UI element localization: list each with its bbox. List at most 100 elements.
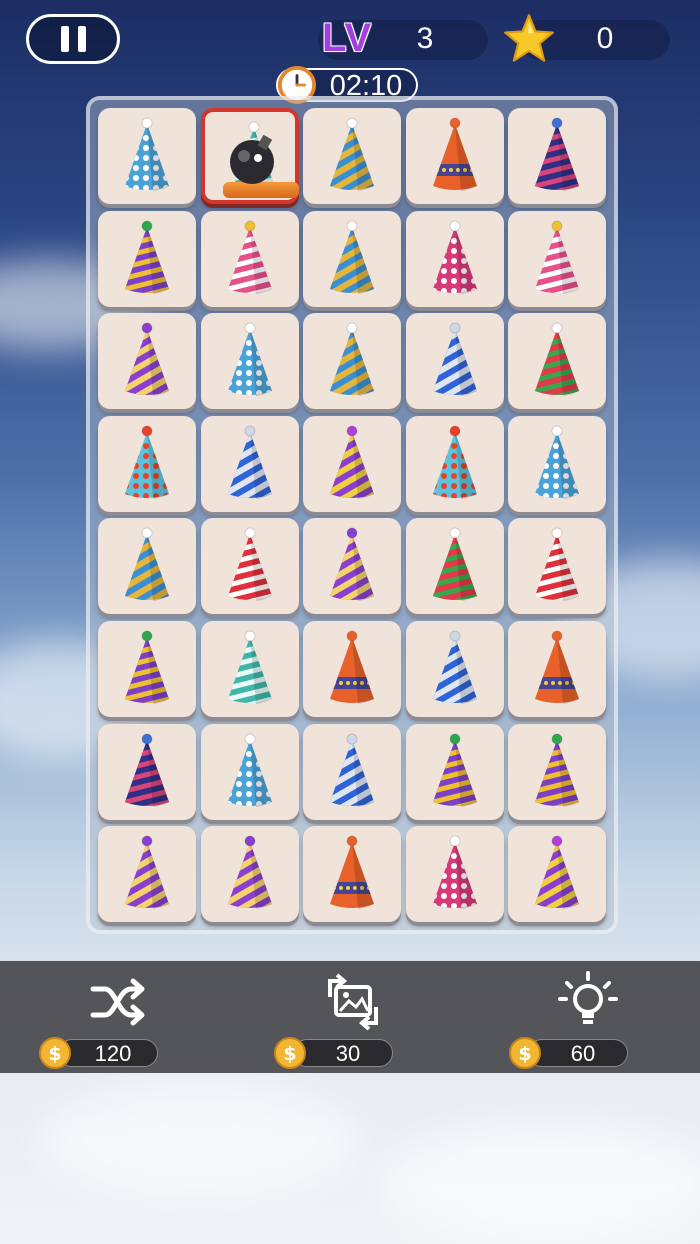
level-label: LV <box>322 16 373 60</box>
tile[interactable] <box>508 518 607 615</box>
tile[interactable] <box>303 723 402 820</box>
blue-silver-party-hat-icon <box>227 425 272 499</box>
rainbow-ribbon-party-hat-icon <box>432 733 477 807</box>
rainbow-swirl-party-hat-icon <box>330 117 375 191</box>
coin-icon: $ <box>274 1037 306 1069</box>
tile[interactable] <box>200 826 299 923</box>
tile[interactable] <box>200 415 299 512</box>
tile[interactable] <box>303 415 402 512</box>
birthday-orange-party-hat-icon <box>330 835 375 910</box>
tile[interactable] <box>98 108 196 204</box>
tile[interactable] <box>98 723 196 820</box>
svg-text:$: $ <box>283 1043 296 1065</box>
tile[interactable] <box>200 518 299 615</box>
tile[interactable] <box>508 621 607 717</box>
pause-button[interactable] <box>26 14 120 64</box>
blue-dots-party-hat-icon <box>227 322 272 397</box>
tile[interactable] <box>508 723 607 820</box>
tile[interactable] <box>405 415 504 512</box>
tile[interactable] <box>508 826 607 923</box>
tile[interactable] <box>200 210 299 307</box>
tile[interactable] <box>303 210 402 307</box>
rainbow-swirl-party-hat-icon <box>125 527 169 602</box>
purple-gold-party-hat-icon <box>535 835 580 910</box>
birthday-orange-party-hat-icon <box>535 630 580 704</box>
red-white-party-hat-icon <box>227 527 272 602</box>
tile[interactable] <box>303 518 402 615</box>
purple-stripe-party-hat-icon <box>125 835 169 910</box>
lightbulb-icon <box>558 971 618 1024</box>
tile[interactable] <box>98 621 196 717</box>
shuffle-icon <box>90 978 145 1026</box>
tile[interactable] <box>405 723 504 820</box>
star-icon <box>504 14 554 62</box>
red-white-party-hat-icon <box>535 527 580 602</box>
purple-stripe-party-hat-icon <box>227 835 272 910</box>
navy-stripe-party-hat-icon <box>125 733 169 807</box>
blue-silver-party-hat-icon <box>432 630 477 704</box>
tile[interactable] <box>303 826 402 923</box>
blue-dots-party-hat-icon <box>125 117 169 191</box>
pink-stripe-party-hat-icon <box>227 220 272 294</box>
tile[interactable] <box>200 108 299 204</box>
rainbow-swirl-party-hat-icon <box>330 220 375 294</box>
tile[interactable] <box>98 415 196 512</box>
birthday-orange-party-hat-icon <box>432 117 477 191</box>
swap-image-icon <box>328 973 378 1031</box>
tile[interactable] <box>200 723 299 820</box>
red-green-stripe-party-hat-icon <box>432 527 477 602</box>
blue-silver-party-hat-icon <box>432 322 477 397</box>
powerup-toolbar: $ 120 $ 30 $ 60 <box>0 961 700 1073</box>
tile[interactable] <box>405 108 504 204</box>
coin-icon: $ <box>39 1037 71 1069</box>
star-count: 0 <box>596 22 614 55</box>
tile[interactable] <box>303 313 402 410</box>
navy-stripe-party-hat-icon <box>535 117 580 191</box>
tile[interactable] <box>98 313 196 410</box>
game-board <box>86 96 618 934</box>
hint-cost: 60 <box>570 1041 596 1066</box>
blue-dots-party-hat-icon <box>227 733 272 807</box>
pink-stripe-party-hat-icon <box>535 220 580 294</box>
rainbow-ribbon-party-hat-icon <box>125 630 169 704</box>
tile[interactable] <box>405 518 504 615</box>
tile[interactable] <box>405 826 504 923</box>
tile[interactable] <box>200 313 299 410</box>
teal-stripe-party-hat-icon <box>227 630 272 704</box>
hint-button[interactable]: $ 60 <box>508 961 668 1073</box>
tile[interactable] <box>98 210 196 307</box>
tile[interactable] <box>405 210 504 307</box>
pink-dots-party-hat-icon <box>432 220 477 294</box>
tile[interactable] <box>508 210 607 307</box>
tile[interactable] <box>98 826 196 923</box>
shuffle-cost: 120 <box>94 1041 132 1066</box>
blue-dots-party-hat-icon <box>535 425 580 499</box>
tile[interactable] <box>405 313 504 410</box>
colorful-dots-party-hat-icon <box>125 425 169 499</box>
bomb-icon <box>229 134 274 184</box>
swap-cost: 30 <box>335 1041 361 1066</box>
swap-button[interactable]: $ 30 <box>273 961 433 1073</box>
tile[interactable] <box>98 518 196 615</box>
svg-text:$: $ <box>48 1043 61 1065</box>
purple-gold-party-hat-icon <box>330 425 375 499</box>
purple-stripe-party-hat-icon <box>330 527 375 602</box>
level-value: 3 <box>416 22 434 55</box>
coin-icon: $ <box>509 1037 541 1069</box>
red-green-stripe-party-hat-icon <box>535 322 580 397</box>
purple-stripe-party-hat-icon <box>125 322 169 397</box>
tile[interactable] <box>405 621 504 717</box>
tile[interactable] <box>508 108 607 204</box>
shuffle-button[interactable]: $ 120 <box>38 961 198 1073</box>
blue-silver-party-hat-icon <box>330 733 375 807</box>
tile[interactable] <box>303 621 402 717</box>
rainbow-swirl-party-hat-icon <box>330 322 375 397</box>
colorful-dots-party-hat-icon <box>432 425 477 499</box>
rainbow-ribbon-party-hat-icon <box>125 220 169 294</box>
birthday-orange-party-hat-icon <box>330 630 375 704</box>
tile[interactable] <box>200 621 299 717</box>
tile[interactable] <box>508 415 607 512</box>
tile[interactable] <box>508 313 607 410</box>
svg-text:$: $ <box>518 1043 531 1065</box>
tile[interactable] <box>303 108 402 204</box>
